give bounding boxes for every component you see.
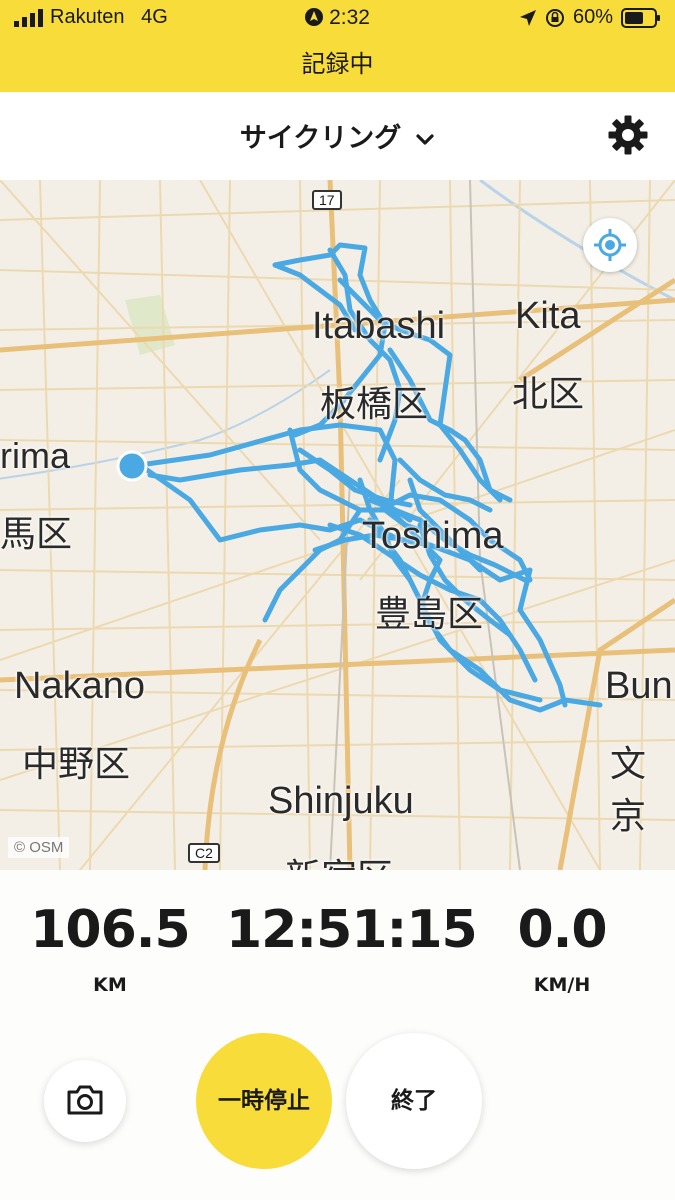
speed-stat: 0.0 KM/H xyxy=(452,900,672,996)
map-label-bunkyo-ku: 文京 xyxy=(610,743,647,836)
crosshair-icon xyxy=(594,229,626,261)
map-label-nakano: Nakano xyxy=(14,665,145,707)
map-label-itabashi-ku: 板橋区 xyxy=(320,383,429,424)
locate-button[interactable] xyxy=(583,218,637,272)
location-arrow-icon xyxy=(519,9,536,26)
pause-button[interactable]: 一時停止 xyxy=(196,1033,332,1169)
gear-icon[interactable] xyxy=(607,114,649,156)
finish-button[interactable]: 終了 xyxy=(346,1033,482,1169)
activity-selector[interactable]: サイクリング xyxy=(0,116,675,155)
map-label-shinjuku-ku: 新宿区 xyxy=(285,848,393,870)
camera-icon xyxy=(67,1085,103,1115)
distance-value: 106.5 xyxy=(30,900,190,960)
speed-unit: KM/H xyxy=(533,974,591,996)
map-label-kita-ku: 北区 xyxy=(512,373,585,414)
duration-value: 12:51:15 xyxy=(226,900,478,960)
camera-button[interactable] xyxy=(44,1060,126,1142)
battery-percent: 60% xyxy=(572,6,613,28)
battery-icon xyxy=(621,7,660,28)
map-label-shinjuku: Shinjuku xyxy=(268,780,414,822)
distance-unit: KM xyxy=(93,974,127,996)
rotation-lock-icon xyxy=(545,8,564,27)
stats-panel: 106.5 KM 12:51:15 0.0 KM/H xyxy=(0,870,675,1200)
map-label-toshima-ku: 豊島区 xyxy=(375,593,484,634)
route-map[interactable]: Itabashi 板橋区 Kita 北区 rima 馬区 Toshima 豊島区… xyxy=(0,180,675,870)
road-shield-c2: C2 xyxy=(188,843,220,863)
recording-banner: 記録中 xyxy=(0,36,675,92)
duration-stat: 12:51:15 xyxy=(226,900,478,960)
map-label-nakano-ku: 中野区 xyxy=(22,743,131,784)
chevron-down-icon xyxy=(416,133,434,145)
status-time: 2:32 xyxy=(329,6,370,29)
map-label-toshima: Toshima xyxy=(362,515,504,557)
map-attribution[interactable]: © OSM xyxy=(8,837,70,858)
map-label-nerima-ku: 馬区 xyxy=(0,513,73,554)
status-right: 60% xyxy=(519,6,661,29)
navigation-active-icon xyxy=(305,8,324,26)
map-label-nerima: rima xyxy=(0,435,70,476)
speed-value: 0.0 xyxy=(517,900,607,960)
road-shield-17: 17 xyxy=(312,190,342,210)
map-label-bunkyo: Bun xyxy=(605,665,673,707)
map-label-itabashi: Itabashi xyxy=(312,305,446,347)
map-label-kita: Kita xyxy=(515,295,581,337)
activity-header: サイクリング xyxy=(0,92,675,181)
status-bar: Rakuten 4G 2:32 60% xyxy=(0,0,675,36)
distance-stat: 106.5 KM xyxy=(0,900,220,996)
activity-label: サイクリング xyxy=(239,123,402,154)
